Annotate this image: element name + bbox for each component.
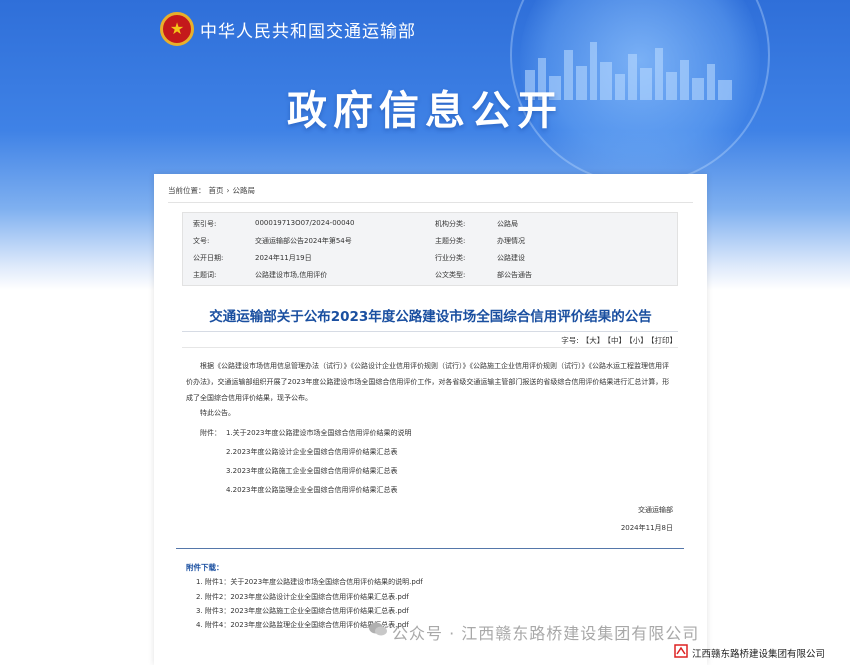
meta-label: 公文类型: [435,271,466,279]
breadcrumb-home-link[interactable]: 首页 [209,186,224,195]
metadata-row: 公开日期: 2024年11月19日 行业分类: 公路建设 [183,249,677,267]
meta-value: 2024年11月19日 [255,254,312,262]
attachment-item: 4.2023年度公路监理企业全国综合信用评价结果汇总表 [226,486,398,494]
meta-label: 机构分类: [435,220,466,228]
ministry-name[interactable]: 中华人民共和国交通运输部 [200,17,416,42]
notice-text: 特此公告。 [200,409,235,417]
metadata-row: 索引号: 000019713O07/2024-00040 机构分类: 公路局 [183,215,677,233]
breadcrumb: 当前位置： 首页 › 公路局 [168,185,258,196]
meta-label: 索引号: [193,220,217,228]
meta-value: 公路建设 [497,254,525,262]
attachment-item: 1.关于2023年度公路建设市场全国综合信用评价结果的说明 [226,429,412,437]
meta-label: 公开日期: [193,254,224,262]
metadata-row: 文号: 交通运输部公告2024年第54号 主题分类: 办理情况 [183,232,677,250]
metadata-row: 主题词: 公路建设市场,信用评价 公文类型: 部公告通告 [183,266,677,284]
meta-value: 公路建设市场,信用评价 [255,271,328,279]
watermark-text: 公众号 · 江西赣东路桥建设集团有限公司 [392,624,700,643]
downloads-title: 附件下载： [186,563,224,572]
meta-value: 公路局 [497,220,518,228]
wechat-icon [369,622,387,636]
attachment-item: 2.2023年度公路设计企业全国综合信用评价结果汇总表 [226,448,398,456]
download-link[interactable]: 3. 附件3：2023年度公路施工企业全国综合信用评价结果汇总表.pdf [196,606,409,616]
divider [176,548,684,549]
download-link[interactable]: 1. 附件1：关于2023年度公路建设市场全国综合信用评价结果的说明.pdf [196,577,423,587]
attachment-prefix: 附件： [200,429,221,437]
attachment-item: 3.2023年度公路施工企业全国综合信用评价结果汇总表 [226,467,398,475]
breadcrumb-section-link[interactable]: 公路局 [233,186,256,195]
national-emblem-icon: ★ [160,12,194,46]
meta-label: 主题分类: [435,237,466,245]
download-link[interactable]: 2. 附件2：2023年度公路设计企业全国综合信用评价结果汇总表.pdf [196,592,409,602]
meta-label: 行业分类: [435,254,466,262]
metadata-table: 索引号: 000019713O07/2024-00040 机构分类: 公路局 文… [182,212,678,286]
company-name: 江西赣东路桥建设集团有限公司 [692,649,826,660]
divider [168,202,693,203]
meta-value: 办理情况 [497,237,525,245]
font-small-button[interactable]: 【小】 [629,336,648,345]
meta-value: 交通运输部公告2024年第54号 [255,237,352,245]
meta-label: 文号: [193,237,210,245]
divider [182,347,678,348]
document-title: 交通运输部关于公布2023年度公路建设市场全国综合信用评价结果的公告 [209,309,652,325]
print-button[interactable]: 【打印】 [651,336,677,345]
font-size-label: 字号: [561,336,579,345]
divider [182,331,678,332]
company-logo-icon [674,644,688,658]
meta-value: 000019713O07/2024-00040 [255,219,355,227]
document-signature: 交通运输部 [638,506,673,514]
font-size-controls: 字号: 【大】 【中】 【小】 【打印】 [558,335,677,346]
document-date: 2024年11月8日 [620,524,673,532]
document-paragraph: 根据《公路建设市场信用信息管理办法（试行）》《公路设计企业信用评价规则（试行）》… [186,362,670,402]
font-large-button[interactable]: 【大】 [582,336,605,345]
meta-label: 主题词: [193,271,217,279]
meta-value: 部公告通告 [497,271,532,279]
content-card: 当前位置： 首页 › 公路局 索引号: 000019713O07/2024-00040… [154,174,707,665]
breadcrumb-prefix: 当前位置： [168,186,206,195]
font-medium-button[interactable]: 【中】 [607,336,626,345]
breadcrumb-separator: › [226,186,230,195]
page-title: 政府信息公开 [287,88,563,134]
